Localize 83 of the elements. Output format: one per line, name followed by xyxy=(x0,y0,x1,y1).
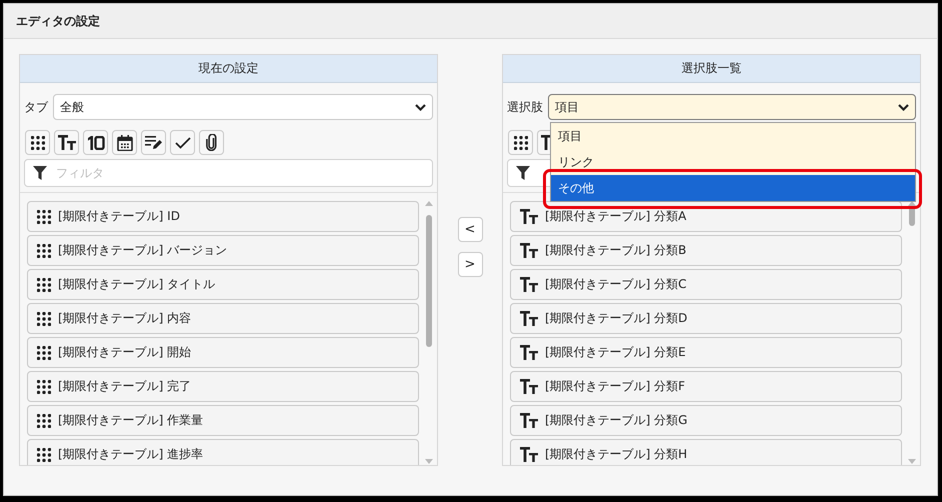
item-label: [期限付きテーブル] 分類H xyxy=(545,446,688,463)
panel-header: 選択肢一覧 xyxy=(503,55,920,83)
number-icon xyxy=(86,136,104,150)
dots-grid-icon xyxy=(37,244,51,258)
field-list-item[interactable]: [期限付きテーブル] 作業量 xyxy=(27,405,419,436)
item-label: [期限付きテーブル] 分類G xyxy=(545,412,688,429)
field-list-item[interactable]: [期限付きテーブル] 分類D xyxy=(510,303,902,334)
dialog-title: エディタの設定 xyxy=(4,4,937,39)
filter-icon xyxy=(33,166,47,180)
paperclip-icon xyxy=(206,134,217,151)
item-label: [期限付きテーブル] 分類D xyxy=(545,310,688,327)
dots-grid-icon xyxy=(37,448,51,462)
item-label: [期限付きテーブル] ID xyxy=(58,208,180,225)
field-list-item[interactable]: [期限付きテーブル] 開始 xyxy=(27,337,419,368)
item-label: [期限付きテーブル] 完了 xyxy=(58,378,192,395)
text-size-icon xyxy=(520,379,538,394)
field-list-item[interactable]: [期限付きテーブル] 分類F xyxy=(510,371,902,402)
check-button[interactable] xyxy=(170,130,195,155)
scrollbar[interactable] xyxy=(425,201,434,465)
item-label: [期限付きテーブル] 分類A xyxy=(545,208,686,225)
dots-grid-button[interactable] xyxy=(508,130,533,155)
text-size-icon xyxy=(520,413,538,428)
text-size-icon xyxy=(520,311,538,326)
calendar-button[interactable] xyxy=(112,130,137,155)
field-list-item[interactable]: [期限付きテーブル] 完了 xyxy=(27,371,419,402)
item-label: [期限付きテーブル] 分類E xyxy=(545,344,686,361)
text-size-button[interactable] xyxy=(54,130,79,155)
dots-grid-icon xyxy=(37,346,51,360)
dots-grid-icon xyxy=(37,278,51,292)
field-list-item[interactable]: [期限付きテーブル] ID xyxy=(27,201,419,232)
dropdown-option[interactable]: リンク xyxy=(551,149,915,175)
check-icon xyxy=(174,136,190,148)
item-label: [期限付きテーブル] 分類B xyxy=(545,242,686,259)
text-size-icon xyxy=(520,243,538,258)
text-size-icon xyxy=(520,447,538,462)
dots-grid-icon xyxy=(514,136,528,150)
number-button[interactable] xyxy=(83,130,108,155)
item-label: [期限付きテーブル] 作業量 xyxy=(58,412,204,429)
item-label: [期限付きテーブル] 開始 xyxy=(58,344,192,361)
tab-select[interactable]: 全般 xyxy=(53,94,433,120)
dots-grid-icon xyxy=(30,136,44,150)
field-list-item[interactable]: [期限付きテーブル] 分類B xyxy=(510,235,902,266)
item-label: [期限付きテーブル] 進捗率 xyxy=(58,446,204,463)
field-list-item[interactable]: [期限付きテーブル] バージョン xyxy=(27,235,419,266)
chevron-down-icon xyxy=(415,104,426,110)
item-label: [期限付きテーブル] タイトル xyxy=(58,276,216,293)
item-label: [期限付きテーブル] バージョン xyxy=(58,242,228,259)
attachment-button[interactable] xyxy=(199,130,224,155)
text-size-icon xyxy=(58,135,76,150)
choice-select[interactable]: 項目 xyxy=(548,94,916,120)
panel-header: 現在の設定 xyxy=(20,55,437,83)
field-list-item[interactable]: [期限付きテーブル] タイトル xyxy=(27,269,419,300)
chevron-down-icon xyxy=(898,104,909,110)
text-size-icon xyxy=(520,209,538,224)
dots-grid-icon xyxy=(37,312,51,326)
tab-label: タブ xyxy=(24,98,48,116)
calendar-icon xyxy=(116,134,132,150)
text-size-icon xyxy=(520,345,538,360)
field-list-item[interactable]: [期限付きテーブル] 分類C xyxy=(510,269,902,300)
notes-button[interactable] xyxy=(141,130,166,155)
dots-grid-icon xyxy=(37,380,51,394)
dots-grid-icon xyxy=(37,414,51,428)
field-list-item[interactable]: [期限付きテーブル] 分類G xyxy=(510,405,902,436)
field-list-item[interactable]: [期限付きテーブル] 内容 xyxy=(27,303,419,334)
field-list-item[interactable]: [期限付きテーブル] 分類E xyxy=(510,337,902,368)
item-label: [期限付きテーブル] 分類C xyxy=(545,276,687,293)
field-list-item[interactable]: [期限付きテーブル] 分類H xyxy=(510,439,902,465)
filter-field[interactable]: フィルタ xyxy=(24,159,433,187)
dots-grid-icon xyxy=(37,210,51,224)
field-list-item[interactable]: [期限付きテーブル] 進捗率 xyxy=(27,439,419,465)
filter-icon xyxy=(516,166,530,180)
dots-grid-button[interactable] xyxy=(25,130,50,155)
move-right-button[interactable]: > xyxy=(458,252,482,277)
choice-label: 選択肢 xyxy=(507,98,543,116)
move-left-button[interactable]: < xyxy=(458,217,482,242)
dropdown-option[interactable]: 項目 xyxy=(551,123,915,149)
item-label: [期限付きテーブル] 分類F xyxy=(545,378,686,395)
notes-pencil-icon xyxy=(145,135,162,150)
text-size-button[interactable] xyxy=(537,130,551,155)
text-size-icon xyxy=(541,135,551,150)
dropdown-option[interactable]: その他 xyxy=(551,175,915,201)
text-size-icon xyxy=(520,277,538,292)
item-label: [期限付きテーブル] 内容 xyxy=(58,310,192,327)
